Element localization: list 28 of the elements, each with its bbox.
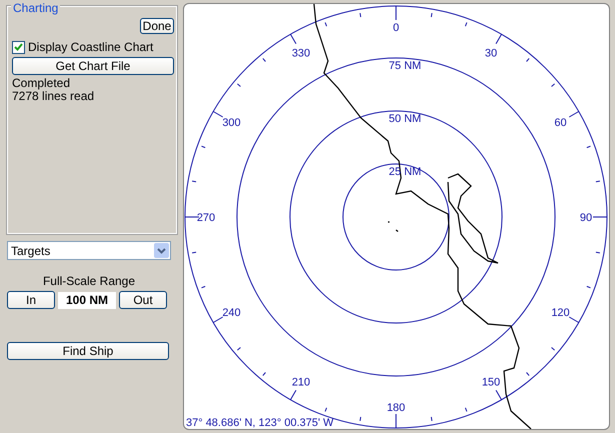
bearing-label: 180	[386, 402, 406, 414]
position-readout: 37° 48.686' N, 123° 00.375' W	[186, 417, 334, 429]
bearing-label: 0	[392, 22, 400, 34]
zoom-in-button[interactable]: In	[7, 291, 55, 309]
bearing-label: 330	[292, 48, 310, 60]
range-label: Full-Scale Range	[42, 274, 136, 288]
find-ship-button[interactable]: Find Ship	[7, 342, 169, 360]
view-dropdown[interactable]: Targets	[7, 241, 171, 260]
checkbox[interactable]	[12, 40, 25, 54]
done-button[interactable]: Done	[140, 18, 174, 34]
range-value: 100 NM	[58, 292, 116, 308]
group-title: Charting	[11, 1, 60, 15]
bearing-label: 300	[222, 117, 241, 129]
range-ring-label: 75 NM	[388, 60, 422, 72]
zoom-out-button[interactable]: Out	[119, 291, 167, 309]
bearing-label: 90	[580, 212, 592, 224]
bearing-label: 30	[484, 48, 498, 60]
bearing-label: 120	[551, 307, 570, 319]
bearing-label: 60	[554, 117, 567, 129]
status-text: 7278 lines read	[12, 90, 96, 103]
bearing-label: 270	[196, 212, 216, 224]
get-chart-file-button[interactable]: Get Chart File	[12, 57, 174, 75]
bearing-label: 150	[482, 376, 500, 388]
bearing-label: 210	[292, 376, 310, 388]
status-text: Completed	[12, 77, 72, 90]
checkbox-label[interactable]: Display Coastline Chart	[28, 40, 154, 54]
range-ring-label: 50 NM	[388, 113, 422, 125]
bearing-label: 240	[222, 307, 241, 319]
